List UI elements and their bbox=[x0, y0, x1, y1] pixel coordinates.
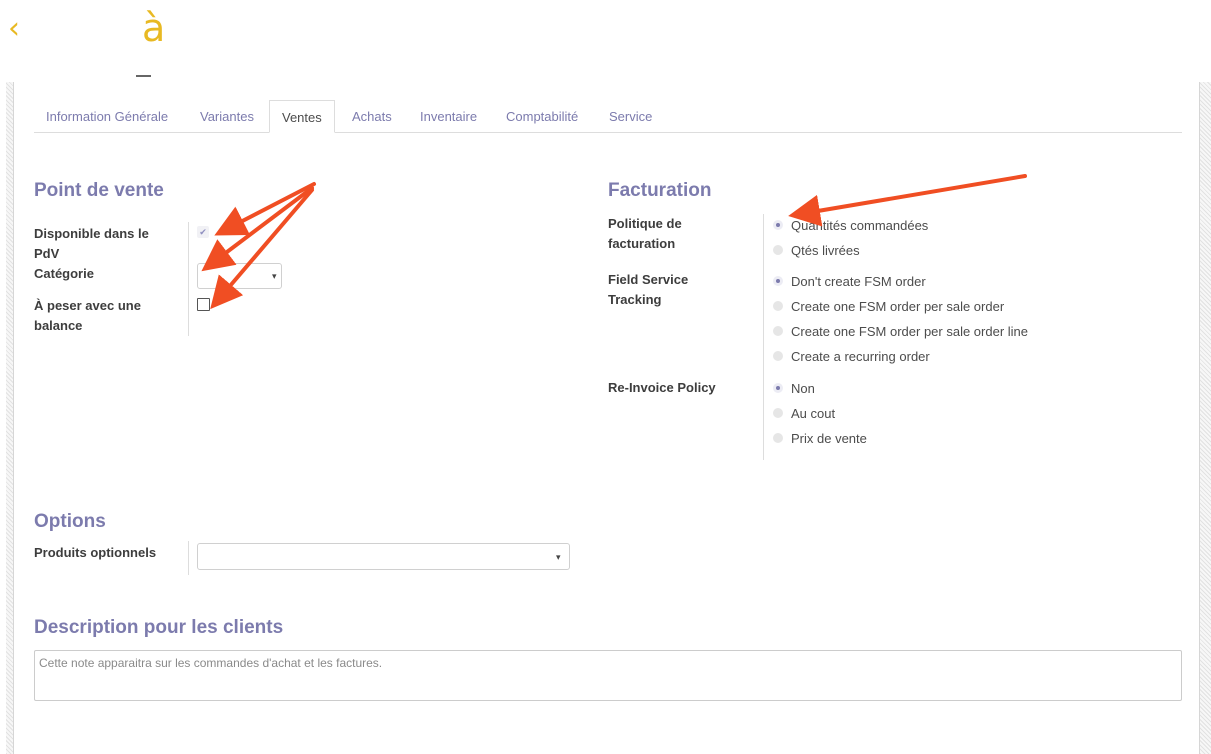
header-underline-mark bbox=[136, 75, 151, 77]
pos-weigh-checkbox[interactable] bbox=[197, 298, 210, 311]
reinvoice-option-label: Prix de vente bbox=[791, 430, 867, 446]
tab-sales[interactable]: Ventes bbox=[269, 100, 335, 133]
radio-unselected-icon[interactable] bbox=[773, 301, 783, 311]
arrow-to-invoicing-policy bbox=[788, 174, 1027, 227]
tab-purchase[interactable]: Achats bbox=[352, 100, 392, 133]
billing-section-title: Facturation bbox=[608, 180, 712, 201]
header-accent-text: à bbox=[142, 6, 166, 50]
reinvoice-policy-label: Re-Invoice Policy bbox=[608, 380, 716, 395]
tab-service[interactable]: Service bbox=[609, 100, 652, 133]
radio-selected-icon[interactable] bbox=[773, 276, 783, 286]
fsm-tracking-label: Field Service Tracking bbox=[608, 272, 689, 307]
fsm-option-label: Don't create FSM order bbox=[791, 273, 926, 289]
pos-category-label: Catégorie bbox=[34, 266, 94, 281]
back-chevron-icon[interactable]: ‹ bbox=[8, 14, 20, 44]
sheet-border-right bbox=[1199, 82, 1211, 754]
fsm-option-label: Create one FSM order per sale order line bbox=[791, 323, 1029, 339]
radio-unselected-icon[interactable] bbox=[773, 433, 783, 443]
reinvoice-option-cost[interactable]: Au cout bbox=[773, 403, 835, 423]
optional-products-label: Produits optionnels bbox=[34, 545, 157, 560]
reinvoice-option-label: Au cout bbox=[791, 405, 836, 421]
pos-available-label: Disponible dans le PdV bbox=[34, 226, 149, 261]
fsm-option-recurring[interactable]: Create a recurring order bbox=[773, 346, 930, 366]
radio-unselected-icon[interactable] bbox=[773, 326, 783, 336]
reinvoice-option-label: Non bbox=[791, 380, 815, 396]
tab-general-information[interactable]: Information Générale bbox=[46, 100, 168, 133]
fsm-option-per-line[interactable]: Create one FSM order per sale order line bbox=[773, 321, 1028, 341]
billing-divider bbox=[763, 214, 764, 460]
tab-variants[interactable]: Variantes bbox=[200, 100, 254, 133]
radio-unselected-icon[interactable] bbox=[773, 408, 783, 418]
billing-policy-label: Politique de facturation bbox=[608, 216, 682, 251]
policy-option-ordered[interactable]: Quantités commandées bbox=[773, 215, 928, 235]
pos-category-select[interactable]: ▾ bbox=[197, 263, 282, 289]
pos-divider bbox=[188, 222, 189, 336]
pos-available-checkbox[interactable]: ✔ bbox=[197, 226, 209, 238]
radio-selected-icon[interactable] bbox=[773, 383, 783, 393]
fsm-option-label: Create one FSM order per sale order bbox=[791, 298, 1005, 314]
arrow-to-available-checkbox bbox=[214, 182, 316, 236]
chevron-down-icon: ▾ bbox=[272, 271, 277, 281]
radio-selected-icon[interactable] bbox=[773, 220, 783, 230]
tab-inventory[interactable]: Inventaire bbox=[420, 100, 477, 133]
radio-unselected-icon[interactable] bbox=[773, 245, 783, 255]
reinvoice-option-sales-price[interactable]: Prix de vente bbox=[773, 428, 867, 448]
options-section-title: Options bbox=[34, 511, 106, 532]
notebook-tabs: Information Générale Variantes Ventes Ac… bbox=[34, 100, 1182, 133]
sheet-border-left bbox=[6, 82, 14, 754]
fsm-option-none[interactable]: Don't create FSM order bbox=[773, 271, 926, 291]
tab-accounting[interactable]: Comptabilité bbox=[506, 100, 578, 133]
radio-unselected-icon[interactable] bbox=[773, 351, 783, 361]
pos-weigh-label: À peser avec une balance bbox=[34, 298, 141, 333]
pos-section-title: Point de vente bbox=[34, 180, 164, 201]
optional-products-select[interactable]: ▾ bbox=[197, 543, 570, 570]
arrow-to-category-select bbox=[201, 186, 314, 272]
fsm-option-label: Create a recurring order bbox=[791, 348, 930, 364]
chevron-down-icon: ▾ bbox=[556, 552, 561, 562]
fsm-option-per-order[interactable]: Create one FSM order per sale order bbox=[773, 296, 1004, 316]
policy-option-label: Qtés livrées bbox=[791, 242, 860, 258]
customer-description-textarea[interactable]: Cette note apparaitra sur les commandes … bbox=[34, 650, 1182, 701]
description-section-title: Description pour les clients bbox=[34, 617, 284, 638]
policy-option-delivered[interactable]: Qtés livrées bbox=[773, 240, 860, 260]
reinvoice-option-no[interactable]: Non bbox=[773, 378, 815, 398]
options-divider bbox=[188, 541, 189, 575]
policy-option-label: Quantités commandées bbox=[791, 217, 929, 233]
